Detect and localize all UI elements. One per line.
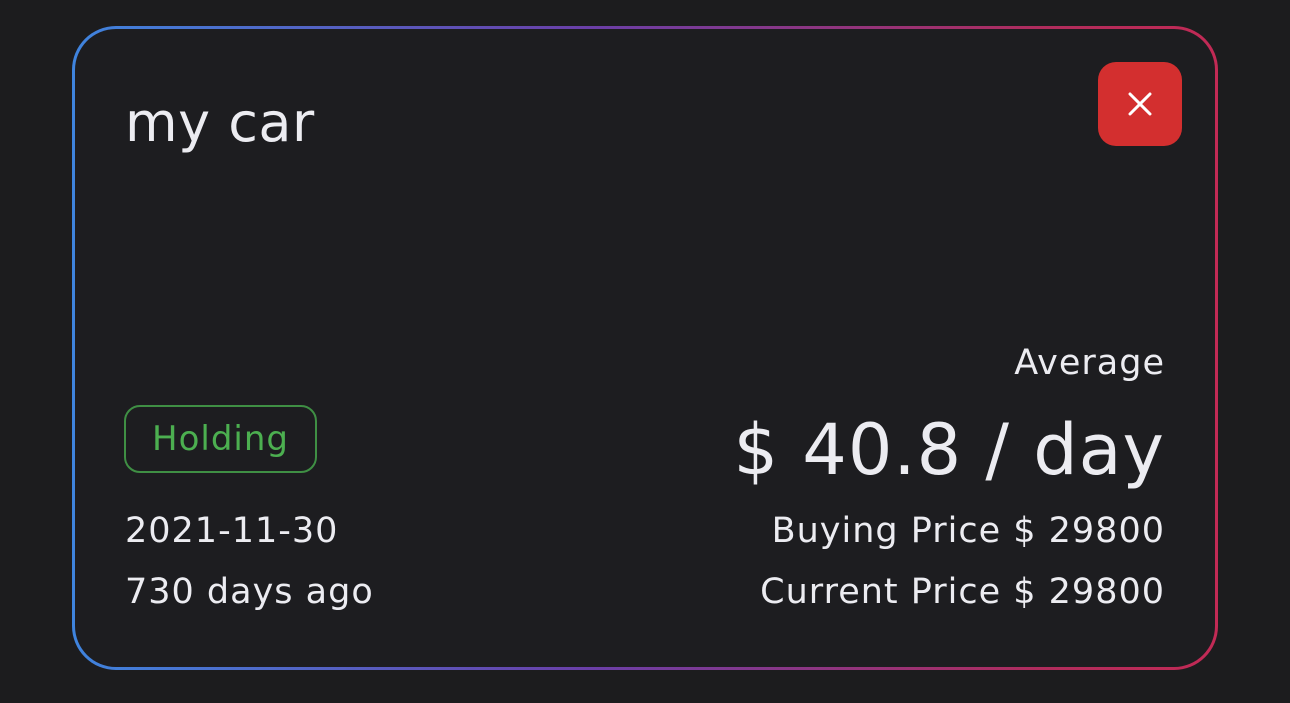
asset-title: my car (125, 91, 315, 154)
asset-card[interactable]: my car Holding 2021-11-30 730 days ago A… (75, 29, 1215, 667)
buying-price: Buying Price $ 29800 (771, 511, 1165, 551)
close-icon (1126, 90, 1154, 118)
delete-button[interactable] (1098, 62, 1182, 146)
average-value: $ 40.8 / day (733, 409, 1165, 491)
average-label: Average (1014, 343, 1165, 383)
asset-card-border: my car Holding 2021-11-30 730 days ago A… (72, 26, 1218, 670)
purchase-date: 2021-11-30 (125, 511, 339, 551)
current-price: Current Price $ 29800 (760, 572, 1165, 612)
status-badge: Holding (124, 405, 317, 473)
days-ago: 730 days ago (125, 572, 374, 612)
